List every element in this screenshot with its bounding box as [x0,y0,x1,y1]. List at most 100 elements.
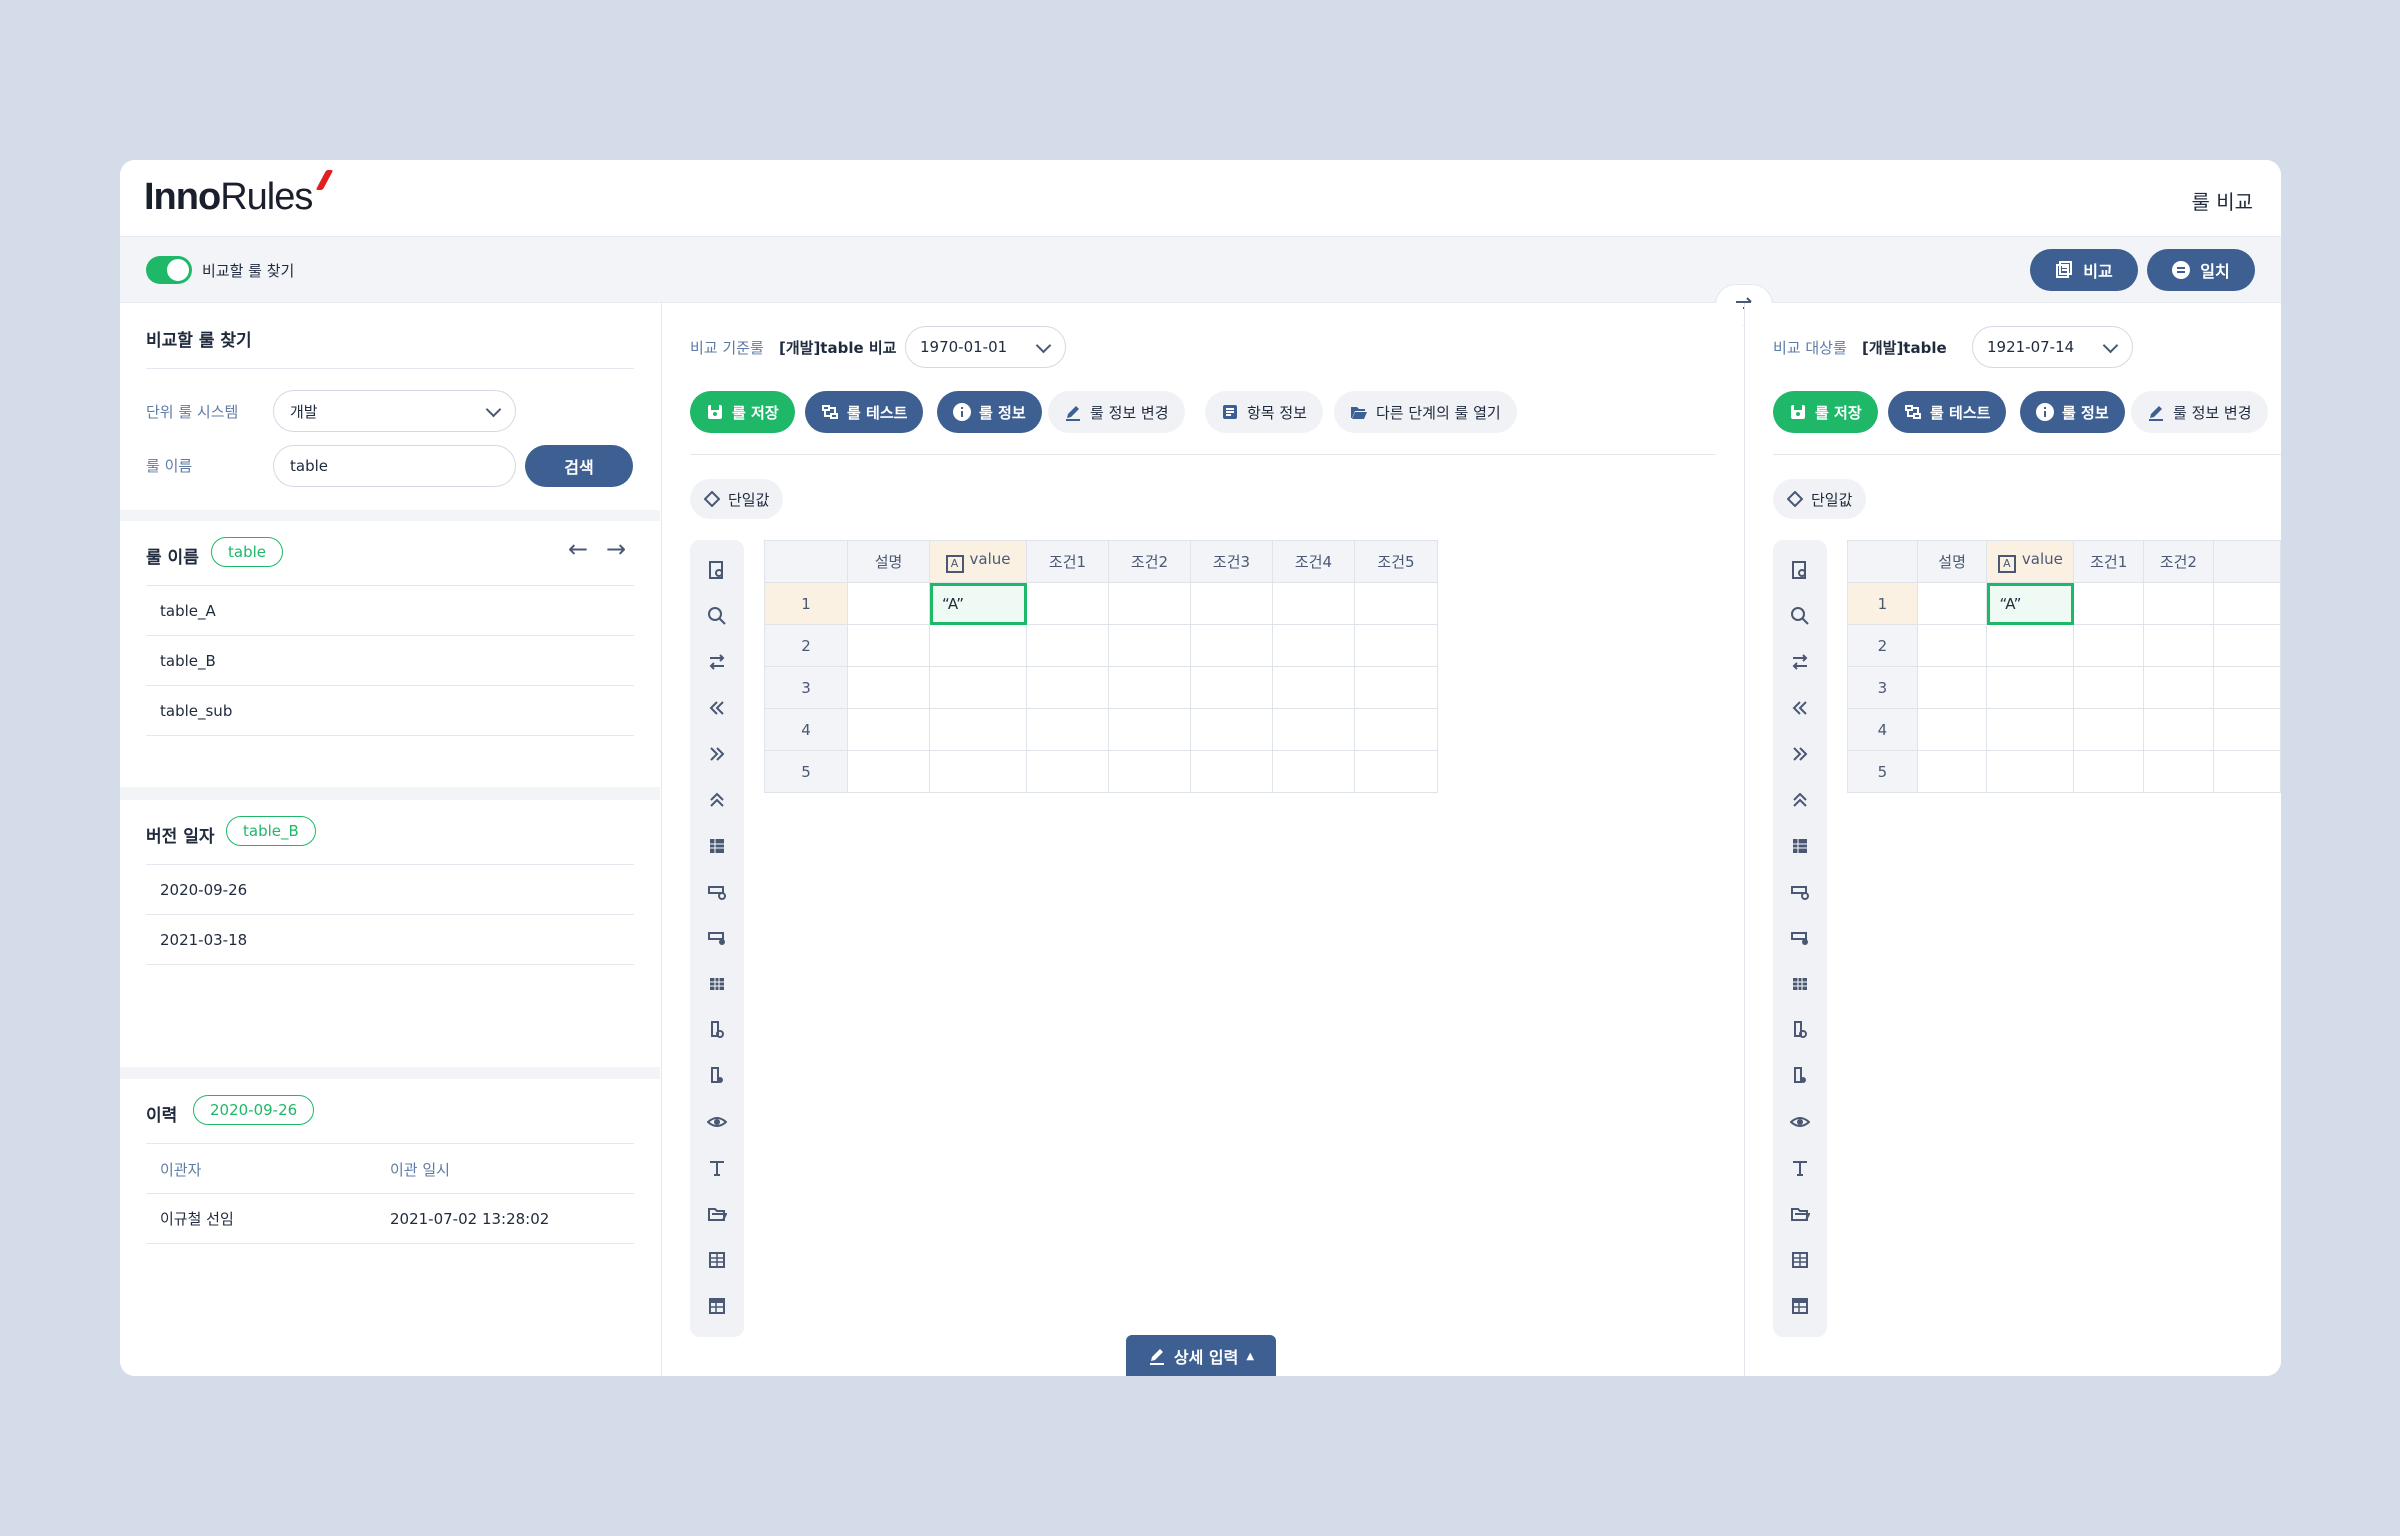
table-cell[interactable] [2143,666,2214,709]
row-remove-icon[interactable] [1790,928,1810,948]
table-cell[interactable] [2073,666,2145,709]
column-header[interactable]: 조건2 [2143,540,2214,583]
row-number[interactable]: 3 [1847,666,1918,709]
table-cell[interactable] [1354,624,1438,667]
table-cell[interactable] [1986,750,2075,793]
table-cell[interactable] [929,624,1027,667]
table-cell[interactable] [1354,708,1438,751]
single-value-chip[interactable]: 단일값 [690,479,784,519]
table-cell[interactable] [1986,624,2075,667]
table-cell[interactable] [1190,582,1273,625]
save-rule-button[interactable]: 룰 저장 [690,391,795,433]
table-cell[interactable] [1916,750,1988,793]
search-button[interactable]: 검색 [525,445,633,487]
table-cell[interactable] [2073,624,2145,667]
row-remove-icon[interactable] [707,928,727,948]
table-cell[interactable] [847,624,930,667]
table-cell[interactable] [1916,624,1988,667]
row-number[interactable]: 4 [764,708,848,751]
eye-icon[interactable] [1790,1112,1810,1132]
table-cell[interactable] [2073,708,2145,751]
open-other-stage-button[interactable]: 다른 단계의 룰 열기 [1334,391,1517,433]
column-header[interactable]: 조건4 [1272,540,1355,583]
table-cell[interactable] [2212,666,2281,709]
table-cell[interactable] [1190,624,1273,667]
rule-info-button[interactable]: 룰 정보 [937,391,1042,433]
table-cell[interactable] [847,666,930,709]
table-cell[interactable] [1190,708,1273,751]
table-cell[interactable] [1272,582,1355,625]
table-cell[interactable] [929,750,1027,793]
row-number[interactable]: 2 [1847,624,1918,667]
double-right-icon[interactable] [1790,744,1810,764]
rule-list-item[interactable]: table_sub [146,686,634,736]
rule-list-item[interactable]: table_B [146,636,634,686]
table-cell[interactable] [2143,750,2214,793]
file-search-icon[interactable] [1790,560,1810,580]
edit-rule-info-button[interactable]: 룰 정보 변경 [1048,391,1185,433]
table-cell[interactable] [1108,750,1191,793]
table-cell[interactable] [1272,708,1355,751]
table-cell[interactable] [1354,582,1438,625]
folder-icon[interactable] [1790,1204,1810,1224]
target-date-select[interactable]: 1921-07-14 [1972,326,2133,368]
row-number[interactable]: 5 [1847,750,1918,793]
col-remove-icon[interactable] [707,1066,727,1086]
eye-icon[interactable] [707,1112,727,1132]
column-header[interactable]: 조건1 [1026,540,1109,583]
row-add-icon[interactable] [707,882,727,902]
table-icon[interactable] [707,974,727,994]
table-icon[interactable] [1790,974,1810,994]
table-cell[interactable] [1026,624,1109,667]
swap-icon[interactable] [1790,652,1810,672]
table-cell[interactable] [1354,750,1438,793]
column-header-value[interactable]: Avalue [929,540,1027,583]
item-info-button[interactable]: 항목 정보 [1205,391,1323,433]
table-cell[interactable] [2212,624,2281,667]
target-edit-rule-info-button[interactable]: 룰 정보 변경 [2131,391,2268,433]
table-cell[interactable] [1108,624,1191,667]
history-row[interactable]: 이규철 선임 2021-07-02 13:28:02 [146,1194,634,1244]
table-grid-icon[interactable] [707,1250,727,1270]
folder-icon[interactable] [707,1204,727,1224]
table-cell[interactable] [1916,582,1988,625]
column-header-partial[interactable] [2212,540,2281,583]
column-header[interactable]: 설명 [847,540,930,583]
arrow-left-icon[interactable]: ← [568,535,588,563]
table-cell[interactable] [1272,750,1355,793]
table-cell[interactable] [1026,708,1109,751]
table-cell[interactable] [1026,666,1109,709]
table-list-icon[interactable] [707,1296,727,1316]
target-save-rule-button[interactable]: 룰 저장 [1773,391,1878,433]
column-header[interactable]: 설명 [1916,540,1988,583]
file-search-icon[interactable] [707,560,727,580]
column-header[interactable]: 조건2 [1108,540,1191,583]
target-single-value-chip[interactable]: 단일값 [1773,479,1867,519]
double-left-icon[interactable] [707,698,727,718]
swap-icon[interactable] [707,652,727,672]
table-cell[interactable] [1108,666,1191,709]
table-cell[interactable] [2212,708,2281,751]
double-right-icon[interactable] [707,744,727,764]
table-cell[interactable] [1272,666,1355,709]
search-icon[interactable] [1790,606,1810,626]
table-cell[interactable] [2212,750,2281,793]
table-cell[interactable] [1190,666,1273,709]
table-cell[interactable] [1916,708,1988,751]
compare-button[interactable]: 비교 [2030,249,2138,291]
selected-cell[interactable]: “A” [1986,582,2075,625]
double-up-icon[interactable] [1790,790,1810,810]
col-add-icon[interactable] [1790,1020,1810,1040]
column-header-value[interactable]: Avalue [1986,540,2075,583]
row-number[interactable]: 4 [1847,708,1918,751]
version-list-item[interactable]: 2021-03-18 [146,915,634,965]
row-number[interactable]: 2 [764,624,848,667]
unit-system-select[interactable]: 개발 [273,390,516,432]
double-left-icon[interactable] [1790,698,1810,718]
table-cell[interactable] [2073,582,2145,625]
table-cell[interactable] [1354,666,1438,709]
table-cell[interactable] [2073,750,2145,793]
match-button[interactable]: 일치 [2147,249,2255,291]
table-cell[interactable] [1986,708,2075,751]
test-rule-button[interactable]: 룰 테스트 [805,391,924,433]
